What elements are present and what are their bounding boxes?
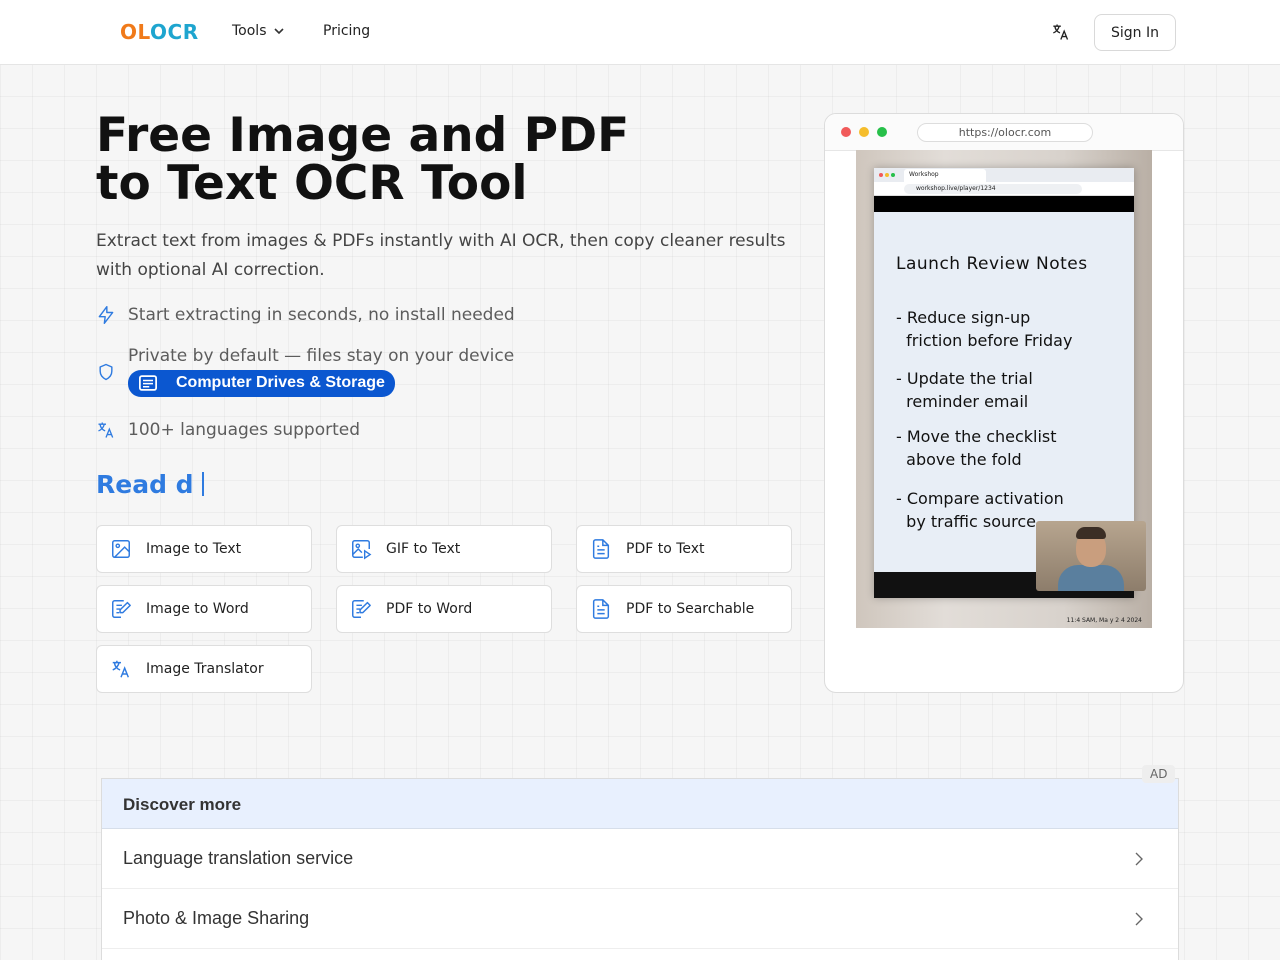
feature-languages-text: 100+ languages supported xyxy=(128,420,361,440)
demo-preview-window: https://olocr.com Workshop workshop.live… xyxy=(824,113,1184,693)
tool-label: Image to Text xyxy=(146,541,242,557)
demo-notes-document: Launch Review Notes - Reduce sign-up fri… xyxy=(874,212,1134,572)
webcam-person-body xyxy=(1058,565,1124,591)
note-item: - Reduce sign-up friction before Friday xyxy=(896,308,1073,350)
translate-icon xyxy=(112,660,130,678)
close-dot xyxy=(841,127,851,137)
storage-icon xyxy=(139,375,157,391)
chevron-down-icon xyxy=(273,28,284,35)
image-icon xyxy=(112,540,130,558)
demo-inner-window: Workshop workshop.live/player/1234 Launc… xyxy=(874,168,1146,598)
document-icon xyxy=(592,539,610,559)
ad-heading: Discover more xyxy=(102,779,1178,829)
top-navbar: OLOCR Tools Pricing Sign In xyxy=(0,0,1280,65)
feature-languages: 100+ languages supported xyxy=(96,420,360,440)
note-item: - Update the trial reminder email xyxy=(896,369,1033,411)
demo-tab: Workshop xyxy=(904,169,986,182)
page-title: Free Image and PDF to Text OCR Tool xyxy=(96,112,796,208)
feature-privacy: Private by default — files stay on your … xyxy=(96,346,514,397)
language-translate-icon[interactable] xyxy=(1050,22,1070,42)
logo-part-ocr: OCR xyxy=(150,20,199,44)
hero-subtitle: Extract text from images & PDFs instantl… xyxy=(96,231,786,280)
title-line-2: to Text OCR Tool xyxy=(96,156,528,211)
ad-item[interactable]: Photo & Image Sharing xyxy=(102,889,1178,949)
demo-min-dot xyxy=(885,173,889,177)
demo-url: workshop.live/player/1234 xyxy=(904,184,1082,194)
feature-speed-text: Start extracting in seconds, no install … xyxy=(128,305,515,325)
sign-in-button[interactable]: Sign In xyxy=(1094,14,1176,51)
nav-tools-label: Tools xyxy=(232,23,267,39)
feature-speed: Start extracting in seconds, no install … xyxy=(96,305,515,325)
tool-label: PDF to Text xyxy=(626,541,705,557)
preview-url: https://olocr.com xyxy=(917,123,1093,142)
maximize-dot xyxy=(877,127,887,137)
feature-privacy-text: Private by default — files stay on your … xyxy=(128,346,515,366)
tool-label: PDF to Searchable xyxy=(626,601,755,617)
tool-image-translator[interactable]: Image Translator xyxy=(96,645,312,693)
logo-part-ol: OL xyxy=(120,20,151,44)
minimize-dot xyxy=(859,127,869,137)
tool-pdf-to-searchable[interactable]: PDF to Searchable xyxy=(576,585,792,633)
lightning-icon xyxy=(98,305,114,325)
demo-timestamp: 11:4 SAM, Ma y 2 4 2024 xyxy=(1066,617,1142,624)
ad-item-label: Photo & Image Sharing xyxy=(123,908,310,928)
chevron-right-icon xyxy=(1135,852,1143,865)
demo-close-dot xyxy=(879,173,883,177)
category-chip-label: Computer Drives & Storage xyxy=(176,374,385,391)
demo-url-row: workshop.live/player/1234 xyxy=(874,182,1134,196)
translate-icon xyxy=(98,422,114,438)
category-chip[interactable]: Computer Drives & Storage xyxy=(128,370,395,397)
nav-pricing-link[interactable]: Pricing xyxy=(323,23,370,39)
chevron-right-icon xyxy=(1135,912,1143,925)
tool-image-to-word[interactable]: Image to Word xyxy=(96,585,312,633)
tool-image-to-text[interactable]: Image to Text xyxy=(96,525,312,573)
tool-pdf-to-word[interactable]: PDF to Word xyxy=(336,585,552,633)
edit-document-icon xyxy=(352,600,371,618)
preview-browser-bar: https://olocr.com xyxy=(825,114,1183,151)
webcam-thumbnail xyxy=(1036,521,1146,591)
nav-tools-dropdown[interactable]: Tools xyxy=(232,23,285,39)
notes-title: Launch Review Notes xyxy=(896,254,1088,274)
ad-discover-more: Discover more Language translation servi… xyxy=(101,778,1179,960)
tool-label: PDF to Word xyxy=(386,601,473,617)
webcam-person-hair xyxy=(1076,527,1106,539)
demo-screenshot-image: Workshop workshop.live/player/1234 Launc… xyxy=(856,150,1152,628)
shield-icon xyxy=(99,363,113,380)
tool-pdf-to-text[interactable]: PDF to Text xyxy=(576,525,792,573)
typing-text: Read d xyxy=(96,470,194,499)
demo-max-dot xyxy=(891,173,895,177)
typing-cursor xyxy=(201,472,204,496)
tool-label: GIF to Text xyxy=(386,541,461,557)
title-line-1: Free Image and PDF xyxy=(96,108,630,163)
tool-gif-to-text[interactable]: GIF to Text xyxy=(336,525,552,573)
note-item: - Move the checklist above the fold xyxy=(896,427,1057,469)
tool-label: Image to Word xyxy=(146,601,249,617)
document-icon xyxy=(592,599,610,619)
ad-item[interactable]: Language translation service xyxy=(102,829,1178,889)
edit-document-icon xyxy=(112,600,131,618)
typing-headline: Read d xyxy=(96,470,204,499)
tool-label: Image Translator xyxy=(146,661,264,677)
demo-black-strip xyxy=(874,196,1134,212)
ad-badge: AD xyxy=(1142,765,1176,783)
gif-image-icon xyxy=(352,540,372,560)
logo[interactable]: OLOCR xyxy=(120,20,199,44)
ad-item-label: Language translation service xyxy=(123,848,354,868)
demo-tabbar: Workshop xyxy=(874,168,1134,182)
